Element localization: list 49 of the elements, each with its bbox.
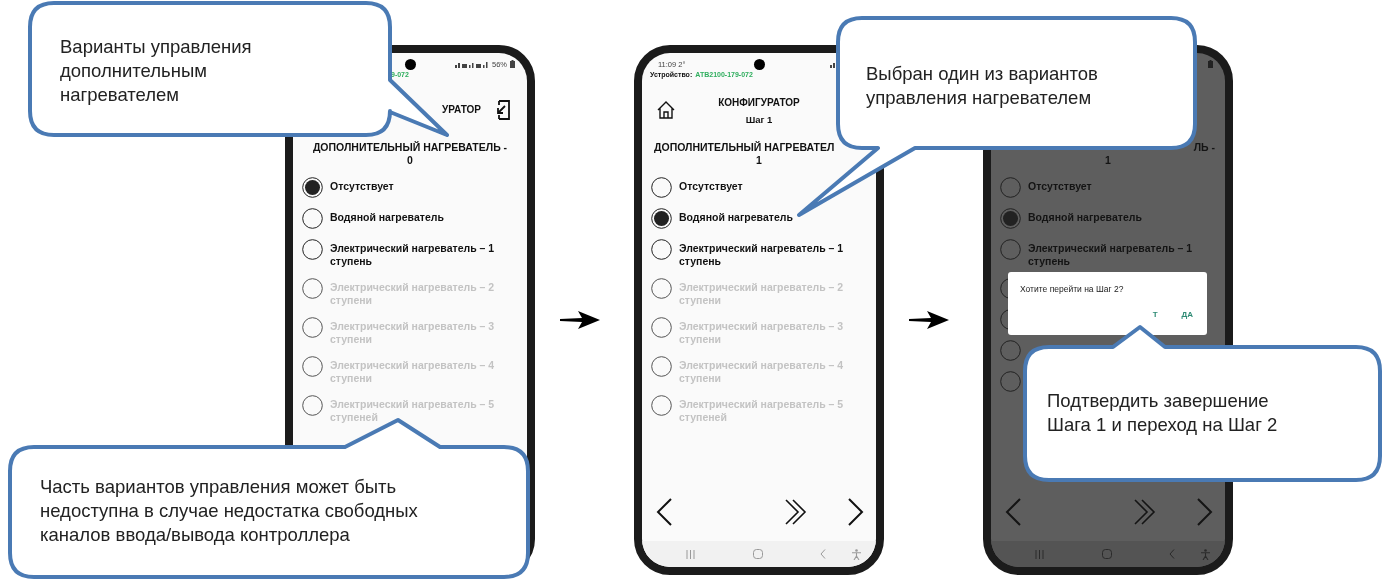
radio-button[interactable]: [651, 208, 672, 229]
dialog-button[interactable]: Т: [1150, 308, 1160, 321]
radio-button[interactable]: [651, 239, 672, 260]
callout-text: Часть вариантов управления может быть недоступна в случае недостатка свободных каналов ввода/вывода контроллера: [40, 475, 418, 547]
camera-dot: [405, 59, 416, 70]
callout-text: Варианты управления дополнительным нагревателем: [60, 35, 252, 107]
option-label: Электрический нагреватель – 1 ступень: [679, 241, 845, 268]
radio-button[interactable]: [651, 177, 672, 198]
section-heading: 1: [755, 154, 763, 167]
section-heading: ДОПОЛНИТЕЛЬНЫЙ НАГРЕВАТЕЛЬ -: [311, 141, 509, 154]
radio-button[interactable]: [1000, 239, 1021, 260]
radio-button[interactable]: [1000, 340, 1021, 361]
section-heading: 1: [1104, 154, 1112, 167]
radio-button[interactable]: [1000, 208, 1021, 229]
radio-button[interactable]: [1000, 371, 1021, 392]
double-chevron-icon[interactable]: [784, 498, 808, 526]
home-icon[interactable]: [656, 100, 676, 120]
callout-text: Подтвердить завершение Шага 1 и переход на Шаг 2: [1047, 389, 1278, 437]
callout-text: Выбран один из вариантов управления нагревателем: [866, 62, 1098, 110]
camera-dot: [754, 59, 765, 70]
option-label: Отсутствует: [679, 179, 744, 193]
app-title: УРАТОР: [440, 103, 481, 117]
chevron-left-icon[interactable]: [656, 498, 672, 526]
option-label: Водяной нагреватель: [330, 210, 445, 224]
home-button-icon[interactable]: [753, 549, 763, 559]
step-label: Шаг 1: [744, 113, 774, 125]
accessibility-icon[interactable]: [852, 548, 861, 560]
dialog-message: Хотите перейти на Шаг 2?: [1020, 284, 1125, 294]
option-label: Электрический нагреватель – 1 ступень: [1028, 241, 1194, 268]
arrow-icon: [559, 310, 600, 330]
chevron-right-icon[interactable]: [848, 498, 864, 526]
exit-icon[interactable]: [495, 100, 511, 120]
app-title: КОНФИГУРАТОР: [717, 95, 801, 110]
radio-button[interactable]: [302, 177, 323, 198]
option-label: Водяной нагреватель: [679, 210, 794, 224]
back-icon[interactable]: [820, 549, 826, 559]
option-label: Водяной нагреватель: [1028, 210, 1143, 224]
section-heading: 0: [406, 154, 414, 167]
dialog-button[interactable]: ДА: [1179, 308, 1195, 321]
radio-button[interactable]: [1000, 177, 1021, 198]
radio-button[interactable]: [302, 239, 323, 260]
option-label: Отсутствует: [330, 179, 395, 193]
recent-apps-icon[interactable]: [686, 549, 695, 559]
option-label: Электрический нагреватель – 1 ступень: [330, 241, 496, 268]
section-heading: ДОПОЛНИТЕЛЬНЫЙ НАГРЕВАТЕЛ: [653, 141, 836, 154]
option-label: Отсутствует: [1028, 179, 1093, 193]
radio-button[interactable]: [302, 208, 323, 229]
section-heading: ЛЬ -: [1192, 141, 1216, 154]
arrow-icon: [908, 310, 949, 330]
